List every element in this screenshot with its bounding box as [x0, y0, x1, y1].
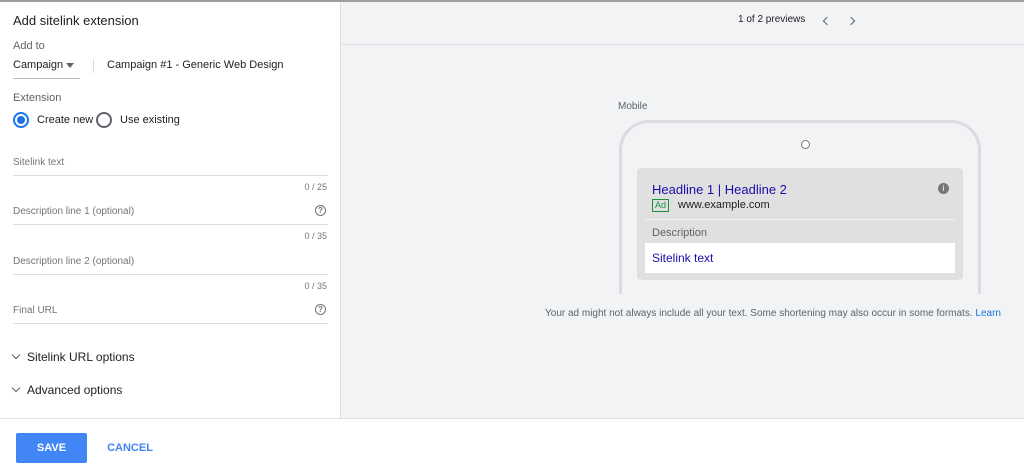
use-existing-label[interactable]: Use existing	[120, 114, 180, 126]
ad-display-url: www.example.com	[678, 199, 770, 211]
ad-headline: Headline 1 | Headline 2	[652, 182, 787, 197]
phone-mockup: Headline 1 | Headline 2 i Ad www.example…	[619, 120, 981, 294]
description-line-1-counter: 0 / 35	[304, 231, 327, 241]
sitelink-text-input[interactable]: Sitelink text	[13, 154, 328, 176]
chevron-down-icon	[11, 383, 21, 393]
sitelink-form-panel: Add sitelink extension Add to Campaign C…	[0, 2, 341, 418]
camera-icon	[801, 140, 810, 149]
footer-bar: SAVE CANCEL	[0, 418, 1024, 471]
description-line-2-placeholder: Description line 2 (optional)	[13, 256, 135, 267]
use-existing-radio[interactable]	[96, 112, 112, 128]
advanced-options-expander[interactable]: Advanced options	[11, 383, 123, 397]
preview-count: 1 of 2 previews	[738, 14, 806, 25]
preview-panel: 1 of 2 previews Mobile Headline 1 | Head…	[341, 2, 1024, 418]
description-line-2-input[interactable]: Description line 2 (optional)	[13, 253, 328, 275]
disclaimer-text: Your ad might not always include all you…	[545, 308, 973, 319]
final-url-input[interactable]: Final URL ?	[13, 302, 328, 324]
sitelink-url-options-label: Sitelink URL options	[27, 350, 135, 364]
device-label: Mobile	[618, 101, 648, 112]
add-to-label: Add to	[13, 40, 45, 52]
ad-sitelink-text: Sitelink text	[652, 251, 714, 265]
ad-preview-card: Headline 1 | Headline 2 i Ad www.example…	[637, 168, 963, 280]
info-icon[interactable]: i	[938, 183, 949, 194]
final-url-placeholder: Final URL	[13, 305, 58, 316]
extension-label: Extension	[13, 92, 62, 104]
create-new-label[interactable]: Create new	[37, 114, 93, 126]
save-button[interactable]: SAVE	[16, 433, 87, 463]
panel-title: Add sitelink extension	[13, 13, 139, 28]
level-select[interactable]: Campaign	[13, 57, 80, 79]
description-line-1-placeholder: Description line 1 (optional)	[13, 206, 135, 217]
divider	[645, 219, 955, 220]
description-line-1-input[interactable]: Description line 1 (optional) ?	[13, 203, 328, 225]
chevron-down-icon	[11, 350, 21, 360]
campaign-name[interactable]: Campaign #1 - Generic Web Design	[107, 59, 284, 71]
ad-description: Description	[652, 227, 708, 239]
sitelink-url-options-expander[interactable]: Sitelink URL options	[11, 350, 135, 364]
divider	[93, 59, 94, 73]
help-icon[interactable]: ?	[315, 304, 326, 315]
ad-sitelink-row: Sitelink text	[645, 243, 955, 273]
cancel-button[interactable]: CANCEL	[104, 433, 156, 463]
caret-down-icon	[66, 63, 74, 68]
advanced-options-label: Advanced options	[27, 383, 123, 397]
help-icon[interactable]: ?	[315, 205, 326, 216]
learn-more-link[interactable]: Learn	[975, 308, 1001, 319]
description-line-2-counter: 0 / 35	[304, 281, 327, 291]
level-select-value: Campaign	[13, 59, 64, 71]
sitelink-text-counter: 0 / 25	[304, 182, 327, 192]
preview-toolbar: 1 of 2 previews	[341, 2, 1024, 45]
sitelink-text-placeholder: Sitelink text	[13, 157, 65, 168]
preview-disclaimer: Your ad might not always include all you…	[545, 308, 1001, 319]
previous-preview-button[interactable]	[820, 15, 832, 27]
create-new-radio[interactable]	[13, 112, 29, 128]
ad-badge: Ad	[652, 199, 670, 212]
next-preview-button[interactable]	[846, 15, 858, 27]
